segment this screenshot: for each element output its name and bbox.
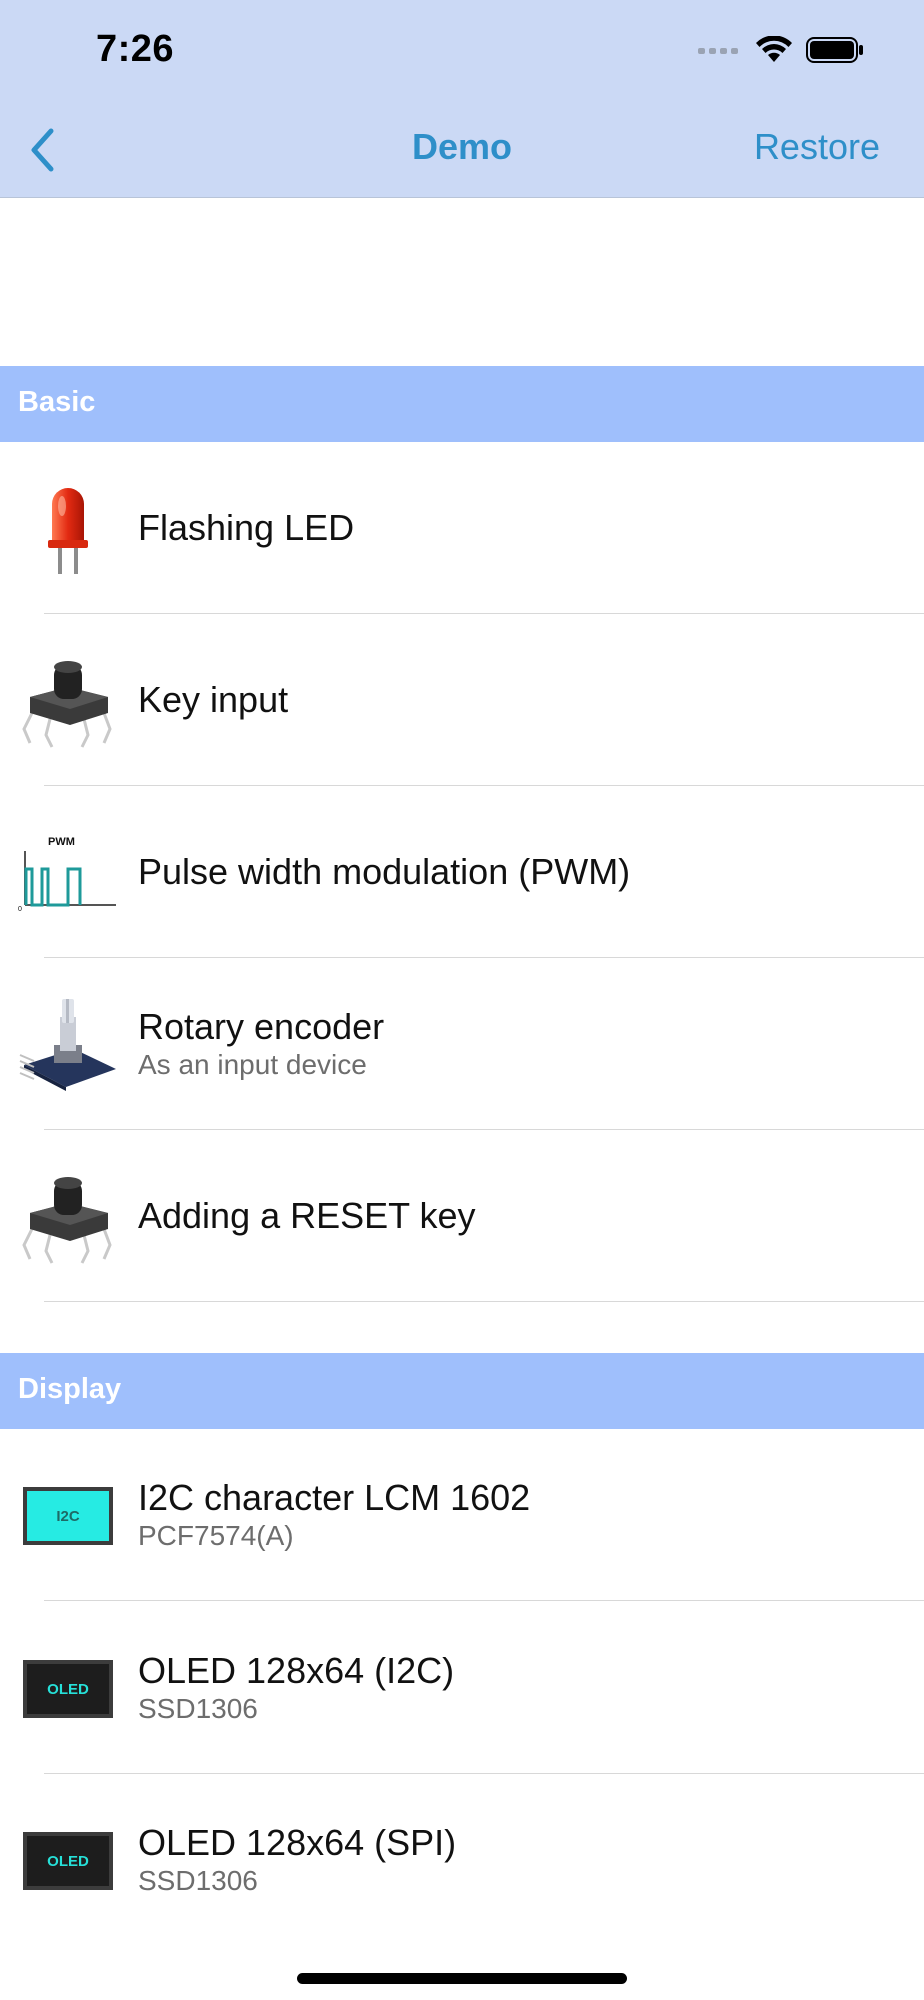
wifi-icon (756, 36, 792, 62)
list-item-oled-spi[interactable]: OLED OLED 128x64 (SPI) SSD1306 (0, 1774, 924, 1946)
list-item-subtitle: SSD1306 (138, 1865, 258, 1896)
navigation-header: 7:26 Demo Restore (0, 0, 924, 198)
push-button-icon (18, 1170, 118, 1264)
list-item-title: Pulse width modulation (PWM) (138, 851, 631, 892)
app-screen: 7:26 Demo Restore Basic Flashing LED Key… (0, 0, 924, 2000)
list-item-subtitle: SSD1306 (138, 1693, 258, 1724)
list-item-title: I2C character LCM 1602 (138, 1477, 531, 1518)
status-icons (698, 36, 864, 64)
section-header-basic: Basic (0, 366, 924, 442)
list-item-title: OLED 128x64 (I2C) (138, 1650, 455, 1691)
divider (44, 1301, 924, 1302)
pwm-wave-icon: PWM 0 (18, 826, 118, 920)
rotary-encoder-icon (18, 998, 118, 1092)
oled-chip-icon: OLED (18, 1642, 118, 1736)
list-item-subtitle: PCF7574(A) (138, 1520, 294, 1551)
pwm-label: PWM (48, 836, 75, 848)
section-header-display: Display (0, 1353, 924, 1429)
list-item-title: OLED 128x64 (SPI) (138, 1822, 457, 1863)
push-button-icon (18, 654, 118, 748)
svg-text:0: 0 (18, 906, 22, 913)
list-item-title: Adding a RESET key (138, 1195, 476, 1236)
home-indicator[interactable] (297, 1973, 627, 1984)
i2c-chip-icon: I2C (18, 1469, 118, 1563)
list-item-i2c-lcm-1602[interactable]: I2C I2C character LCM 1602 PCF7574(A) (0, 1429, 924, 1601)
red-led-icon (18, 482, 118, 576)
restore-button[interactable]: Restore (754, 126, 880, 168)
oled-chip-icon: OLED (18, 1814, 118, 1908)
oled-chip-label: OLED (23, 1832, 113, 1890)
divider (44, 1600, 924, 1601)
oled-chip-label: OLED (23, 1660, 113, 1718)
list-item-title: Rotary encoder (138, 1006, 385, 1047)
list-item-rotary-encoder[interactable]: Rotary encoder As an input device (0, 958, 924, 1130)
section-title: Display (18, 1373, 122, 1405)
i2c-chip-label: I2C (23, 1487, 113, 1545)
list-item-pwm[interactable]: PWM 0 Pulse width modulation (PWM) (0, 786, 924, 958)
status-time: 7:26 (96, 28, 175, 70)
list-item-oled-i2c[interactable]: OLED OLED 128x64 (I2C) SSD1306 (0, 1602, 924, 1774)
list-item-subtitle: As an input device (138, 1049, 367, 1080)
list-item-flashing-led[interactable]: Flashing LED (0, 442, 924, 614)
cellular-signal-icon (698, 48, 738, 54)
battery-icon (806, 37, 863, 63)
list-item-key-input[interactable]: Key input (0, 614, 924, 786)
list-item-title: Flashing LED (138, 507, 355, 548)
section-title: Basic (18, 386, 96, 418)
list-item-title: Key input (138, 679, 289, 720)
list-item-reset-key[interactable]: Adding a RESET key (0, 1130, 924, 1302)
